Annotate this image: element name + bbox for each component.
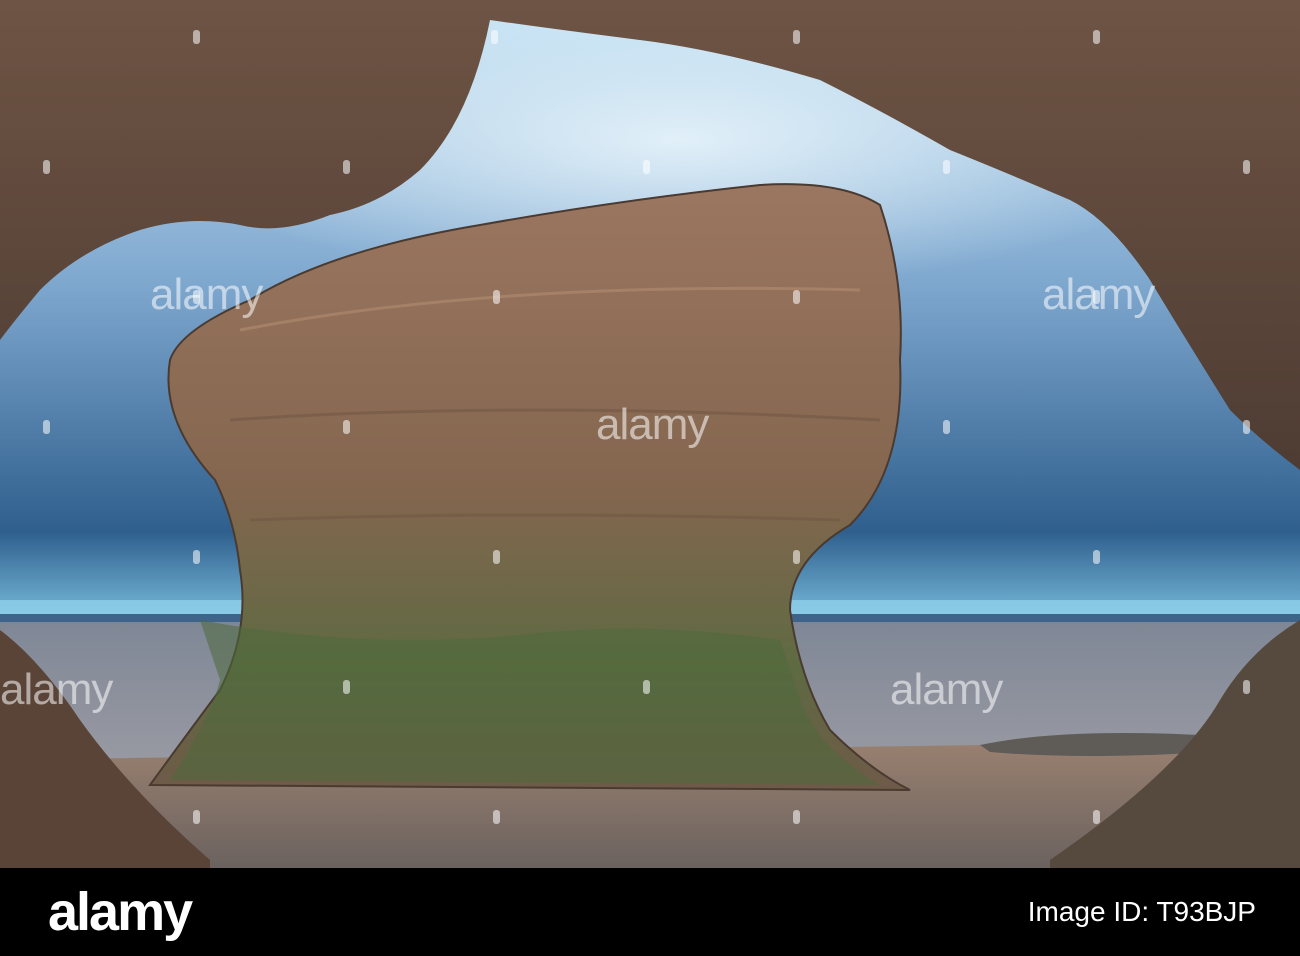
sea-stack-scene [0,0,1300,868]
alamy-logo: alamy [48,882,193,942]
stock-photo: alamy alamy alamy alamy alamy [0,0,1300,868]
image-id-label: Image ID: T93BJP [1027,896,1256,927]
seaweed-growth [170,620,880,785]
footer-bar: alamy Image ID: T93BJP [0,868,1300,956]
